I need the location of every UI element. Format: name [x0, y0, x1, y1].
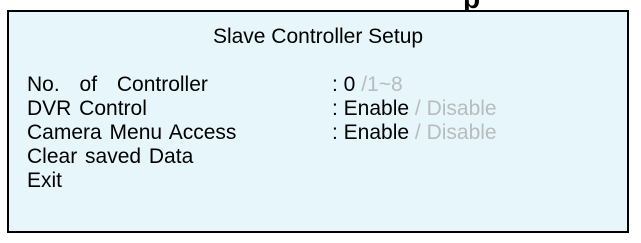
menu-title: Slave Controller Setup [212, 25, 424, 48]
option-separator: / [409, 97, 427, 120]
menu-item-label: Exit [27, 169, 63, 192]
camera-menu-access-toggle[interactable]: : Enable / Disable [332, 121, 497, 145]
dvr-control-toggle[interactable]: : Enable / Disable [332, 97, 497, 121]
selected-option: Enable [343, 121, 410, 144]
menu-item-clear-saved-data[interactable]: Clear saved Data [27, 145, 607, 169]
slave-controller-setup-menu: Slave Controller Setup No. of Controller… [7, 10, 629, 233]
value-prefix: : [332, 121, 344, 144]
menu-item-number-of-controller[interactable]: No. of Controller : 0 /1~8 [27, 73, 607, 97]
controller-count-value[interactable]: : 0 /1~8 [332, 73, 403, 97]
selected-option: 0 [343, 73, 356, 96]
menu-item-label: Camera Menu Access [27, 121, 237, 144]
unselected-option: Disable [426, 121, 497, 144]
menu-list: No. of Controller : 0 /1~8 DVR Control :… [27, 73, 607, 193]
option-separator: / [409, 121, 427, 144]
value-prefix: : [332, 97, 344, 120]
value-prefix: : [332, 73, 344, 96]
menu-item-label: No. of Controller [27, 73, 208, 96]
menu-item-camera-menu-access[interactable]: Camera Menu Access : Enable / Disable [27, 121, 607, 145]
menu-item-dvr-control[interactable]: DVR Control : Enable / Disable [27, 97, 607, 121]
menu-item-label: DVR Control [27, 97, 147, 120]
unselected-option: Disable [426, 97, 497, 120]
menu-item-label: Clear saved Data [27, 145, 194, 168]
selected-option: Enable [343, 97, 410, 120]
range-hint: /1~8 [361, 73, 403, 96]
menu-item-exit[interactable]: Exit [27, 169, 607, 193]
